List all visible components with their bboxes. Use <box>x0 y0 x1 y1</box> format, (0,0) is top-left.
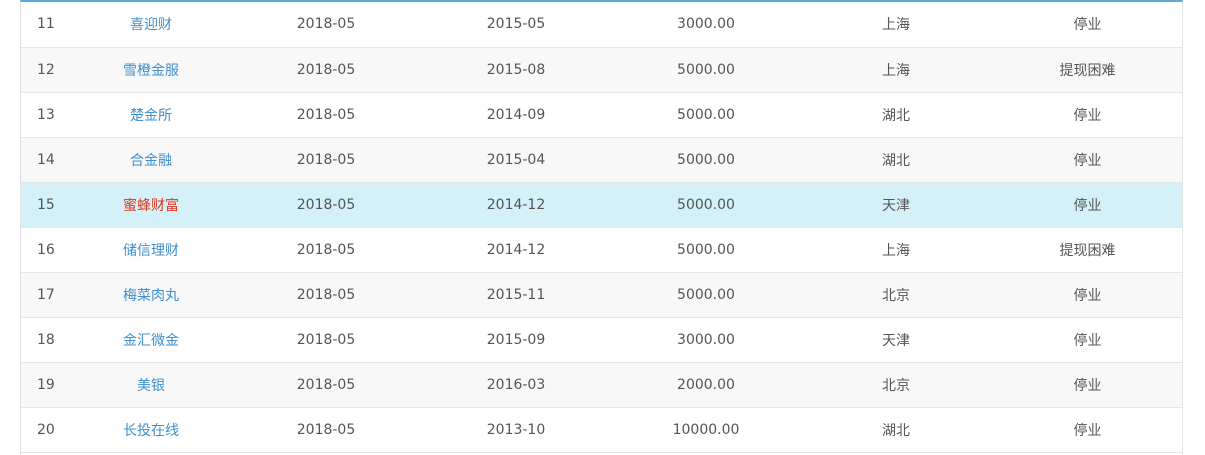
platform-name-cell: 美银 <box>71 362 231 408</box>
platform-name-cell: 梅菜肉丸 <box>71 272 231 318</box>
platform-name-cell: 储信理财 <box>71 227 231 273</box>
amount-cell: 3000.00 <box>611 2 801 48</box>
date-cell: 2018-05 <box>231 362 421 408</box>
amount-cell: 5000.00 <box>611 227 801 273</box>
date-cell: 2018-05 <box>231 227 421 273</box>
amount-cell: 5000.00 <box>611 47 801 93</box>
status-cell: 停业 <box>991 182 1182 228</box>
table-row: 12 雪橙金服 2018-05 2015-08 5000.00 上海 提现困难 <box>21 47 1182 93</box>
amount-cell: 5000.00 <box>611 137 801 183</box>
platform-link[interactable]: 雪橙金服 <box>123 63 179 79</box>
date-cell: 2018-05 <box>231 272 421 318</box>
launch-date-cell: 2016-03 <box>421 362 611 408</box>
platform-name-cell: 楚金所 <box>71 92 231 138</box>
region-cell: 北京 <box>801 362 991 408</box>
launch-date-cell: 2015-09 <box>421 317 611 363</box>
launch-date-cell: 2015-05 <box>421 2 611 48</box>
status-cell: 停业 <box>991 362 1182 408</box>
platform-link[interactable]: 梅菜肉丸 <box>123 288 179 304</box>
region-cell: 湖北 <box>801 92 991 138</box>
status-cell: 停业 <box>991 92 1182 138</box>
table-row: 19 美银 2018-05 2016-03 2000.00 北京 停业 <box>21 362 1182 408</box>
table-row: 13 楚金所 2018-05 2014-09 5000.00 湖北 停业 <box>21 92 1182 138</box>
region-cell: 湖北 <box>801 407 991 453</box>
amount-cell: 3000.00 <box>611 317 801 363</box>
platform-link[interactable]: 蜜蜂财富 <box>123 198 179 214</box>
platform-table: 11 喜迎财 2018-05 2015-05 3000.00 上海 停业 12 … <box>21 2 1182 453</box>
platform-link[interactable]: 合金融 <box>130 153 172 169</box>
platform-link[interactable]: 楚金所 <box>130 108 172 124</box>
amount-cell: 2000.00 <box>611 362 801 408</box>
status-cell: 停业 <box>991 272 1182 318</box>
status-cell: 提现困难 <box>991 47 1182 93</box>
platform-name-cell: 蜜蜂财富 <box>71 182 231 228</box>
row-index: 19 <box>21 362 71 408</box>
status-cell: 停业 <box>991 2 1182 48</box>
launch-date-cell: 2015-08 <box>421 47 611 93</box>
platform-name-cell: 合金融 <box>71 137 231 183</box>
region-cell: 上海 <box>801 47 991 93</box>
date-cell: 2018-05 <box>231 92 421 138</box>
row-index: 12 <box>21 47 71 93</box>
date-cell: 2018-05 <box>231 182 421 228</box>
date-cell: 2018-05 <box>231 47 421 93</box>
launch-date-cell: 2014-12 <box>421 182 611 228</box>
table-row: 16 储信理财 2018-05 2014-12 5000.00 上海 提现困难 <box>21 227 1182 273</box>
table-row: 14 合金融 2018-05 2015-04 5000.00 湖北 停业 <box>21 137 1182 183</box>
platform-name-cell: 雪橙金服 <box>71 47 231 93</box>
table-row: 11 喜迎财 2018-05 2015-05 3000.00 上海 停业 <box>21 2 1182 48</box>
row-index: 16 <box>21 227 71 273</box>
status-cell: 停业 <box>991 137 1182 183</box>
launch-date-cell: 2013-10 <box>421 407 611 453</box>
platform-link[interactable]: 金汇微金 <box>123 333 179 349</box>
platform-link[interactable]: 长投在线 <box>123 423 179 439</box>
launch-date-cell: 2014-09 <box>421 92 611 138</box>
amount-cell: 5000.00 <box>611 272 801 318</box>
launch-date-cell: 2014-12 <box>421 227 611 273</box>
platform-name-cell: 长投在线 <box>71 407 231 453</box>
row-index: 15 <box>21 182 71 228</box>
row-index: 11 <box>21 2 71 48</box>
row-index: 20 <box>21 407 71 453</box>
status-cell: 停业 <box>991 317 1182 363</box>
row-index: 14 <box>21 137 71 183</box>
amount-cell: 10000.00 <box>611 407 801 453</box>
amount-cell: 5000.00 <box>611 182 801 228</box>
row-index: 13 <box>21 92 71 138</box>
table-row: 18 金汇微金 2018-05 2015-09 3000.00 天津 停业 <box>21 317 1182 363</box>
status-cell: 提现困难 <box>991 227 1182 273</box>
date-cell: 2018-05 <box>231 317 421 363</box>
region-cell: 湖北 <box>801 137 991 183</box>
date-cell: 2018-05 <box>231 2 421 48</box>
launch-date-cell: 2015-11 <box>421 272 611 318</box>
platform-link[interactable]: 美银 <box>137 378 165 394</box>
region-cell: 上海 <box>801 2 991 48</box>
launch-date-cell: 2015-04 <box>421 137 611 183</box>
table-row: 17 梅菜肉丸 2018-05 2015-11 5000.00 北京 停业 <box>21 272 1182 318</box>
date-cell: 2018-05 <box>231 137 421 183</box>
date-cell: 2018-05 <box>231 407 421 453</box>
region-cell: 天津 <box>801 182 991 228</box>
region-cell: 天津 <box>801 317 991 363</box>
region-cell: 北京 <box>801 272 991 318</box>
row-index: 18 <box>21 317 71 363</box>
platform-name-cell: 金汇微金 <box>71 317 231 363</box>
row-index: 17 <box>21 272 71 318</box>
region-cell: 上海 <box>801 227 991 273</box>
status-cell: 停业 <box>991 407 1182 453</box>
platform-link[interactable]: 储信理财 <box>123 243 179 259</box>
table-row: 20 长投在线 2018-05 2013-10 10000.00 湖北 停业 <box>21 407 1182 453</box>
platform-link[interactable]: 喜迎财 <box>130 17 172 33</box>
table-row-hovered: 15 蜜蜂财富 2018-05 2014-12 5000.00 天津 停业 <box>21 182 1182 228</box>
platform-table-panel: 11 喜迎财 2018-05 2015-05 3000.00 上海 停业 12 … <box>20 0 1183 455</box>
platform-name-cell: 喜迎财 <box>71 2 231 48</box>
amount-cell: 5000.00 <box>611 92 801 138</box>
